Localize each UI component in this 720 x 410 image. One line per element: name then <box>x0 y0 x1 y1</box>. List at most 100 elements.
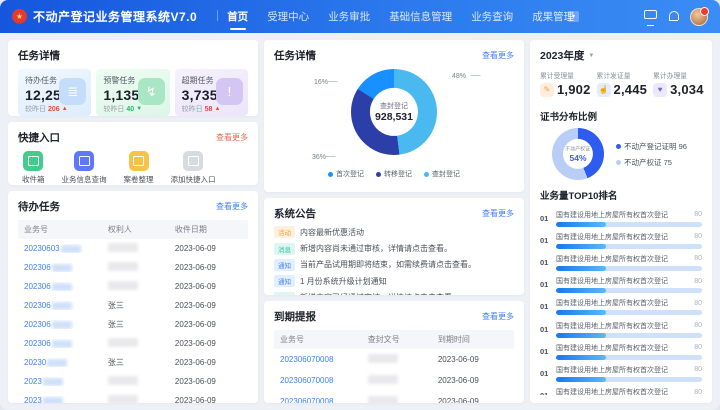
announcement-text: 当前产品试用期即将结束，如需续费请点击查看。 <box>300 259 476 270</box>
pct-label-transfer: 36% <box>312 152 340 161</box>
todo-table-row[interactable]: 202306 2023-06-09 <box>18 258 248 277</box>
ranking-bar-track <box>556 377 702 382</box>
todo-table-panel: 待办任务 查看更多 业务号 权利人 收件日期 20230603 <box>8 191 258 403</box>
ranking-item[interactable]: 01 国有建设用地上房屋所有权首次登记 80 <box>540 296 702 318</box>
year-selector[interactable]: 2023年度 ▼ <box>540 48 702 63</box>
ranking-item[interactable]: 01 国有建设用地上房屋所有权首次登记 80 <box>540 207 702 229</box>
announcement-item[interactable]: 通知 1 月份系统升级计划通知 <box>274 273 514 289</box>
ranking-bar-track <box>556 355 702 360</box>
todo-table-row[interactable]: 20230603 2023-06-09 <box>18 239 248 258</box>
cert-chart-title: 证书分布比例 <box>540 109 702 123</box>
due-table-row[interactable]: 202306070008 2023-06-09 <box>274 370 514 391</box>
cert-distribution-chart: 不动产权证 54% 不动产登记证明 96 不动产权证 75 <box>540 128 702 180</box>
menu-item[interactable]: 业务审批 <box>328 0 370 33</box>
quick-entry-icon <box>129 151 149 171</box>
top10-title: 业务量TOP10排名 <box>540 188 702 202</box>
dashboard-content: 任务详情 待办任务 12,256 较昨日 206 ≣ <box>0 33 720 410</box>
cert-donut-ring[interactable]: 不动产权证 54% <box>552 128 604 180</box>
announcement-tag: 活动 <box>274 226 295 238</box>
quick-entry-item[interactable]: 添加快捷入口 <box>171 151 216 185</box>
announcement-text: 新增内容尚未通过审核，详情请点击查看。 <box>300 243 452 254</box>
menu-item[interactable]: 基础信息管理 <box>389 0 452 33</box>
todo-table-row[interactable]: 202306 张三 2023-06-09 <box>18 296 248 315</box>
menu-item[interactable]: 业务查询 <box>471 0 513 33</box>
ranking-bar-track <box>556 310 702 315</box>
year-stats-panel: 2023年度 ▼ 累计受理量 ✎ 1,902 累计发证量 <box>530 40 712 403</box>
todo-table-title: 待办任务 <box>18 199 60 214</box>
task-card-delta: 较昨日 58 <box>182 104 241 114</box>
top-navbar: ★ 不动产登记业务管理系统V7.0 首页受理中心业务审批基础信息管理业务查询成果… <box>0 0 720 33</box>
quick-entry-item[interactable]: 案卷整理 <box>124 151 154 185</box>
legend-dot <box>376 172 381 177</box>
redacted-text <box>47 359 67 367</box>
ranking-value: 80 <box>694 211 702 218</box>
ranking-bar-fill <box>556 266 606 271</box>
announcement-item[interactable]: 通知 当前产品试用期即将结束，如需续费请点击查看。 <box>274 257 514 273</box>
ranking-item[interactable]: 01 国有建设用地上房屋所有权首次登记 80 <box>540 362 702 384</box>
announcements-panel: 系统公告 查看更多 活动 内容最新优惠活动 消息 新增内容尚未通过审核，详情请点… <box>264 198 524 295</box>
quick-entry-label: 业务信息查询 <box>62 174 107 185</box>
todo-more-link[interactable]: 查看更多 <box>216 201 248 212</box>
todo-table-row[interactable]: 2023 2023-06-09 <box>18 372 248 391</box>
todo-table-row[interactable]: 202306 张三 2023-06-09 <box>18 315 248 334</box>
ranking-value: 80 <box>694 278 702 285</box>
ranking-item[interactable]: 01 国有建设用地上房屋所有权首次登记 80 <box>540 229 702 251</box>
task-card[interactable]: 预警任务 1,135 较昨日 40 ↯ <box>96 69 169 116</box>
trend-arrow-icon <box>214 106 220 112</box>
menu-item[interactable]: 成果管理 <box>532 0 574 33</box>
ranking-item[interactable]: 01 国有建设用地上房屋所有权首次登记 80 <box>540 251 702 273</box>
donut-ring[interactable]: 查封登记 928,531 <box>351 69 437 155</box>
ranking-label: 国有建设用地上房屋所有权首次登记 <box>556 232 668 242</box>
legend-dot <box>616 144 621 149</box>
redacted-text <box>43 397 63 404</box>
cert-legend-item[interactable]: 不动产登记证明 96 <box>616 138 687 154</box>
quick-entry-item[interactable]: 收件箱 <box>22 151 45 185</box>
monitor-icon[interactable] <box>644 10 657 23</box>
user-avatar[interactable] <box>690 8 708 26</box>
task-card[interactable]: 超期任务 3,735 较昨日 58 ! <box>175 69 248 116</box>
quick-entry-icon <box>74 151 94 171</box>
bell-icon[interactable] <box>667 10 680 23</box>
task-chart-more-link[interactable]: 查看更多 <box>482 50 514 61</box>
announcement-item[interactable]: 消息 新增内容尚未通过审核，详情请点击查看。 <box>274 240 514 256</box>
task-card[interactable]: 待办任务 12,256 较昨日 206 ≣ <box>18 69 91 116</box>
due-more-link[interactable]: 查看更多 <box>482 311 514 322</box>
ranking-label: 国有建设用地上房屋所有权首次登记 <box>556 365 668 375</box>
legend-item[interactable]: 转移登记 <box>376 169 412 179</box>
ranking-number: 01 <box>540 214 550 223</box>
todo-table-row[interactable]: 202306 2023-06-09 <box>18 277 248 296</box>
quick-entry-icon <box>23 151 43 171</box>
donut-center: 查封登记 928,531 <box>370 88 418 136</box>
todo-table-row[interactable]: 2023 2023-06-09 <box>18 391 248 403</box>
cert-legend-item[interactable]: 不动产权证 75 <box>616 154 687 170</box>
menu-item[interactable]: 首页 <box>227 0 248 33</box>
ranking-item[interactable]: 01 国有建设用地上房屋所有权首次登记 80 <box>540 385 702 396</box>
ranking-label: 国有建设用地上房屋所有权首次登记 <box>556 321 668 331</box>
quick-entry-more-link[interactable]: 查看更多 <box>216 132 248 143</box>
redacted-text <box>43 378 63 386</box>
legend-item[interactable]: 首次登记 <box>328 169 364 179</box>
announcements-more-link[interactable]: 查看更多 <box>482 208 514 219</box>
announcement-text: 新增内容已经通过审核，详情请点击去查看。 <box>300 292 460 295</box>
quick-entry-item[interactable]: 业务信息查询 <box>62 151 107 185</box>
task-card-delta: 较昨日 40 <box>103 104 162 114</box>
announcement-tag: 消息 <box>274 292 295 295</box>
todo-table-header: 业务号 权利人 收件日期 <box>18 220 248 239</box>
due-table-title: 到期提报 <box>274 309 316 324</box>
redacted-text <box>61 245 81 253</box>
legend-item[interactable]: 查封登记 <box>424 169 460 179</box>
ranking-item[interactable]: 01 国有建设用地上房屋所有权首次登记 80 <box>540 340 702 362</box>
stat-icon: ♥ <box>653 83 667 97</box>
todo-table-row[interactable]: 20230 张三 2023-06-09 <box>18 353 248 372</box>
todo-table-row[interactable]: 202306 2023-06-09 <box>18 334 248 353</box>
announcement-item[interactable]: 消息 新增内容已经通过审核，详情请点击去查看。 <box>274 290 514 296</box>
stat-icon: ☝ <box>597 83 611 97</box>
due-table-row[interactable]: 202306070008 2023-06-09 <box>274 349 514 370</box>
ranking-item[interactable]: 01 国有建设用地上房屋所有权首次登记 80 <box>540 318 702 340</box>
announcement-item[interactable]: 活动 内容最新优惠活动 <box>274 224 514 240</box>
due-table-row[interactable]: 202306070008 2023-06-09 <box>274 391 514 403</box>
navbar-actions <box>644 8 708 26</box>
ranking-item[interactable]: 01 国有建设用地上房屋所有权首次登记 80 <box>540 274 702 296</box>
menu-item[interactable]: 受理中心 <box>267 0 309 33</box>
ranking-number: 01 <box>540 391 550 395</box>
